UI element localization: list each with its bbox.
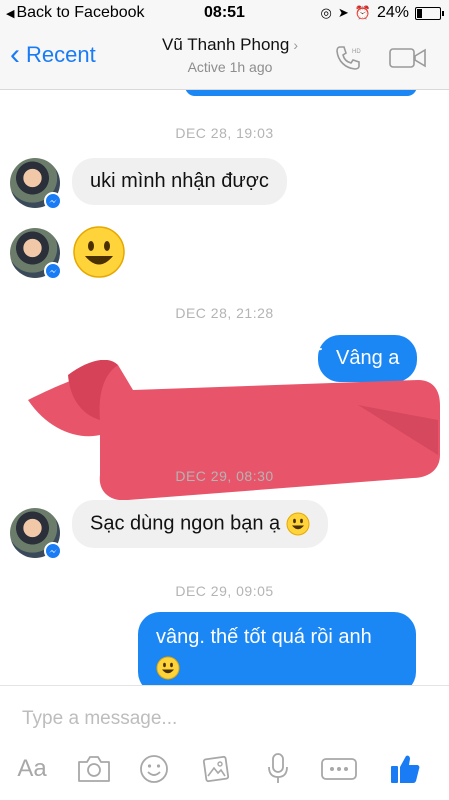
like-button[interactable] [384, 752, 426, 786]
smiley-emoji-icon [156, 656, 180, 680]
emoji-button[interactable] [134, 752, 174, 786]
messenger-badge-icon [44, 262, 62, 280]
contact-status: Active 1h ago [187, 59, 273, 75]
avatar[interactable] [10, 228, 62, 280]
incoming-message[interactable]: uki mình nhận được [72, 158, 287, 205]
timestamp: DEC 29, 08:30 [175, 468, 274, 484]
contact-info-button[interactable]: Vũ Thanh Phong › Active 1h ago [140, 35, 320, 75]
recent-label: Recent [26, 42, 96, 67]
incoming-message-text: Sạc dùng ngon bạn ạ [90, 512, 281, 535]
battery-icon [415, 6, 444, 20]
gallery-icon [202, 755, 230, 783]
message-input[interactable] [22, 704, 422, 734]
emoji-icon [140, 755, 168, 783]
camera-icon [78, 756, 110, 782]
timestamp: DEC 29, 09:05 [175, 583, 274, 599]
avatar[interactable] [10, 508, 62, 560]
camera-button[interactable] [74, 752, 114, 786]
outgoing-message-text: vâng. thế tốt quá rồi anh [156, 626, 372, 648]
messenger-badge-icon [44, 542, 62, 560]
phone-call-icon[interactable]: HD [334, 44, 362, 72]
microphone-icon [268, 753, 288, 783]
timestamp: DEC 28, 19:03 [175, 125, 274, 141]
composer: Aa [0, 685, 449, 800]
watermark-text: pinsacdienthoai.net [72, 325, 322, 357]
incoming-message[interactable]: Sạc dùng ngon bạn ạ [72, 500, 328, 548]
recent-back-button[interactable]: ‹ Recent [10, 38, 96, 71]
alarm-icon: ⏰ [354, 5, 371, 20]
conversation-header: ‹ Recent Vũ Thanh Phong › Active 1h ago H… [0, 28, 449, 90]
screen-lock-icon: ◎ [320, 5, 332, 20]
like-icon [391, 755, 420, 783]
message-list[interactable]: DEC 28, 19:03 uki mình nhận được DEC 28,… [0, 90, 449, 685]
previous-outgoing-bubble [185, 90, 417, 96]
more-options-button[interactable] [318, 752, 360, 786]
text-format-button[interactable]: Aa [14, 752, 50, 786]
voice-button[interactable] [258, 752, 298, 786]
chevron-right-icon: › [293, 37, 298, 53]
location-icon: ➤ [337, 5, 349, 20]
battery-fill [417, 8, 423, 18]
video-call-icon[interactable] [388, 46, 428, 70]
messenger-badge-icon [44, 192, 62, 210]
gallery-button[interactable] [196, 752, 236, 786]
status-bar: ◀ Back to Facebook 08:51 ◎ ➤ ⏰ 24% [0, 0, 449, 28]
more-icon [321, 758, 357, 780]
chevron-left-icon: ‹ [10, 38, 20, 71]
outgoing-message[interactable]: vâng. thế tốt quá rồi anh [138, 612, 416, 685]
smiley-emoji-icon [286, 512, 310, 536]
smiley-emoji-icon[interactable] [72, 225, 126, 279]
avatar[interactable] [10, 158, 62, 210]
battery-percent: 24% [376, 4, 409, 21]
contact-name: Vũ Thanh Phong [162, 35, 290, 54]
timestamp: DEC 28, 21:28 [175, 305, 274, 321]
svg-text:HD: HD [352, 49, 361, 55]
